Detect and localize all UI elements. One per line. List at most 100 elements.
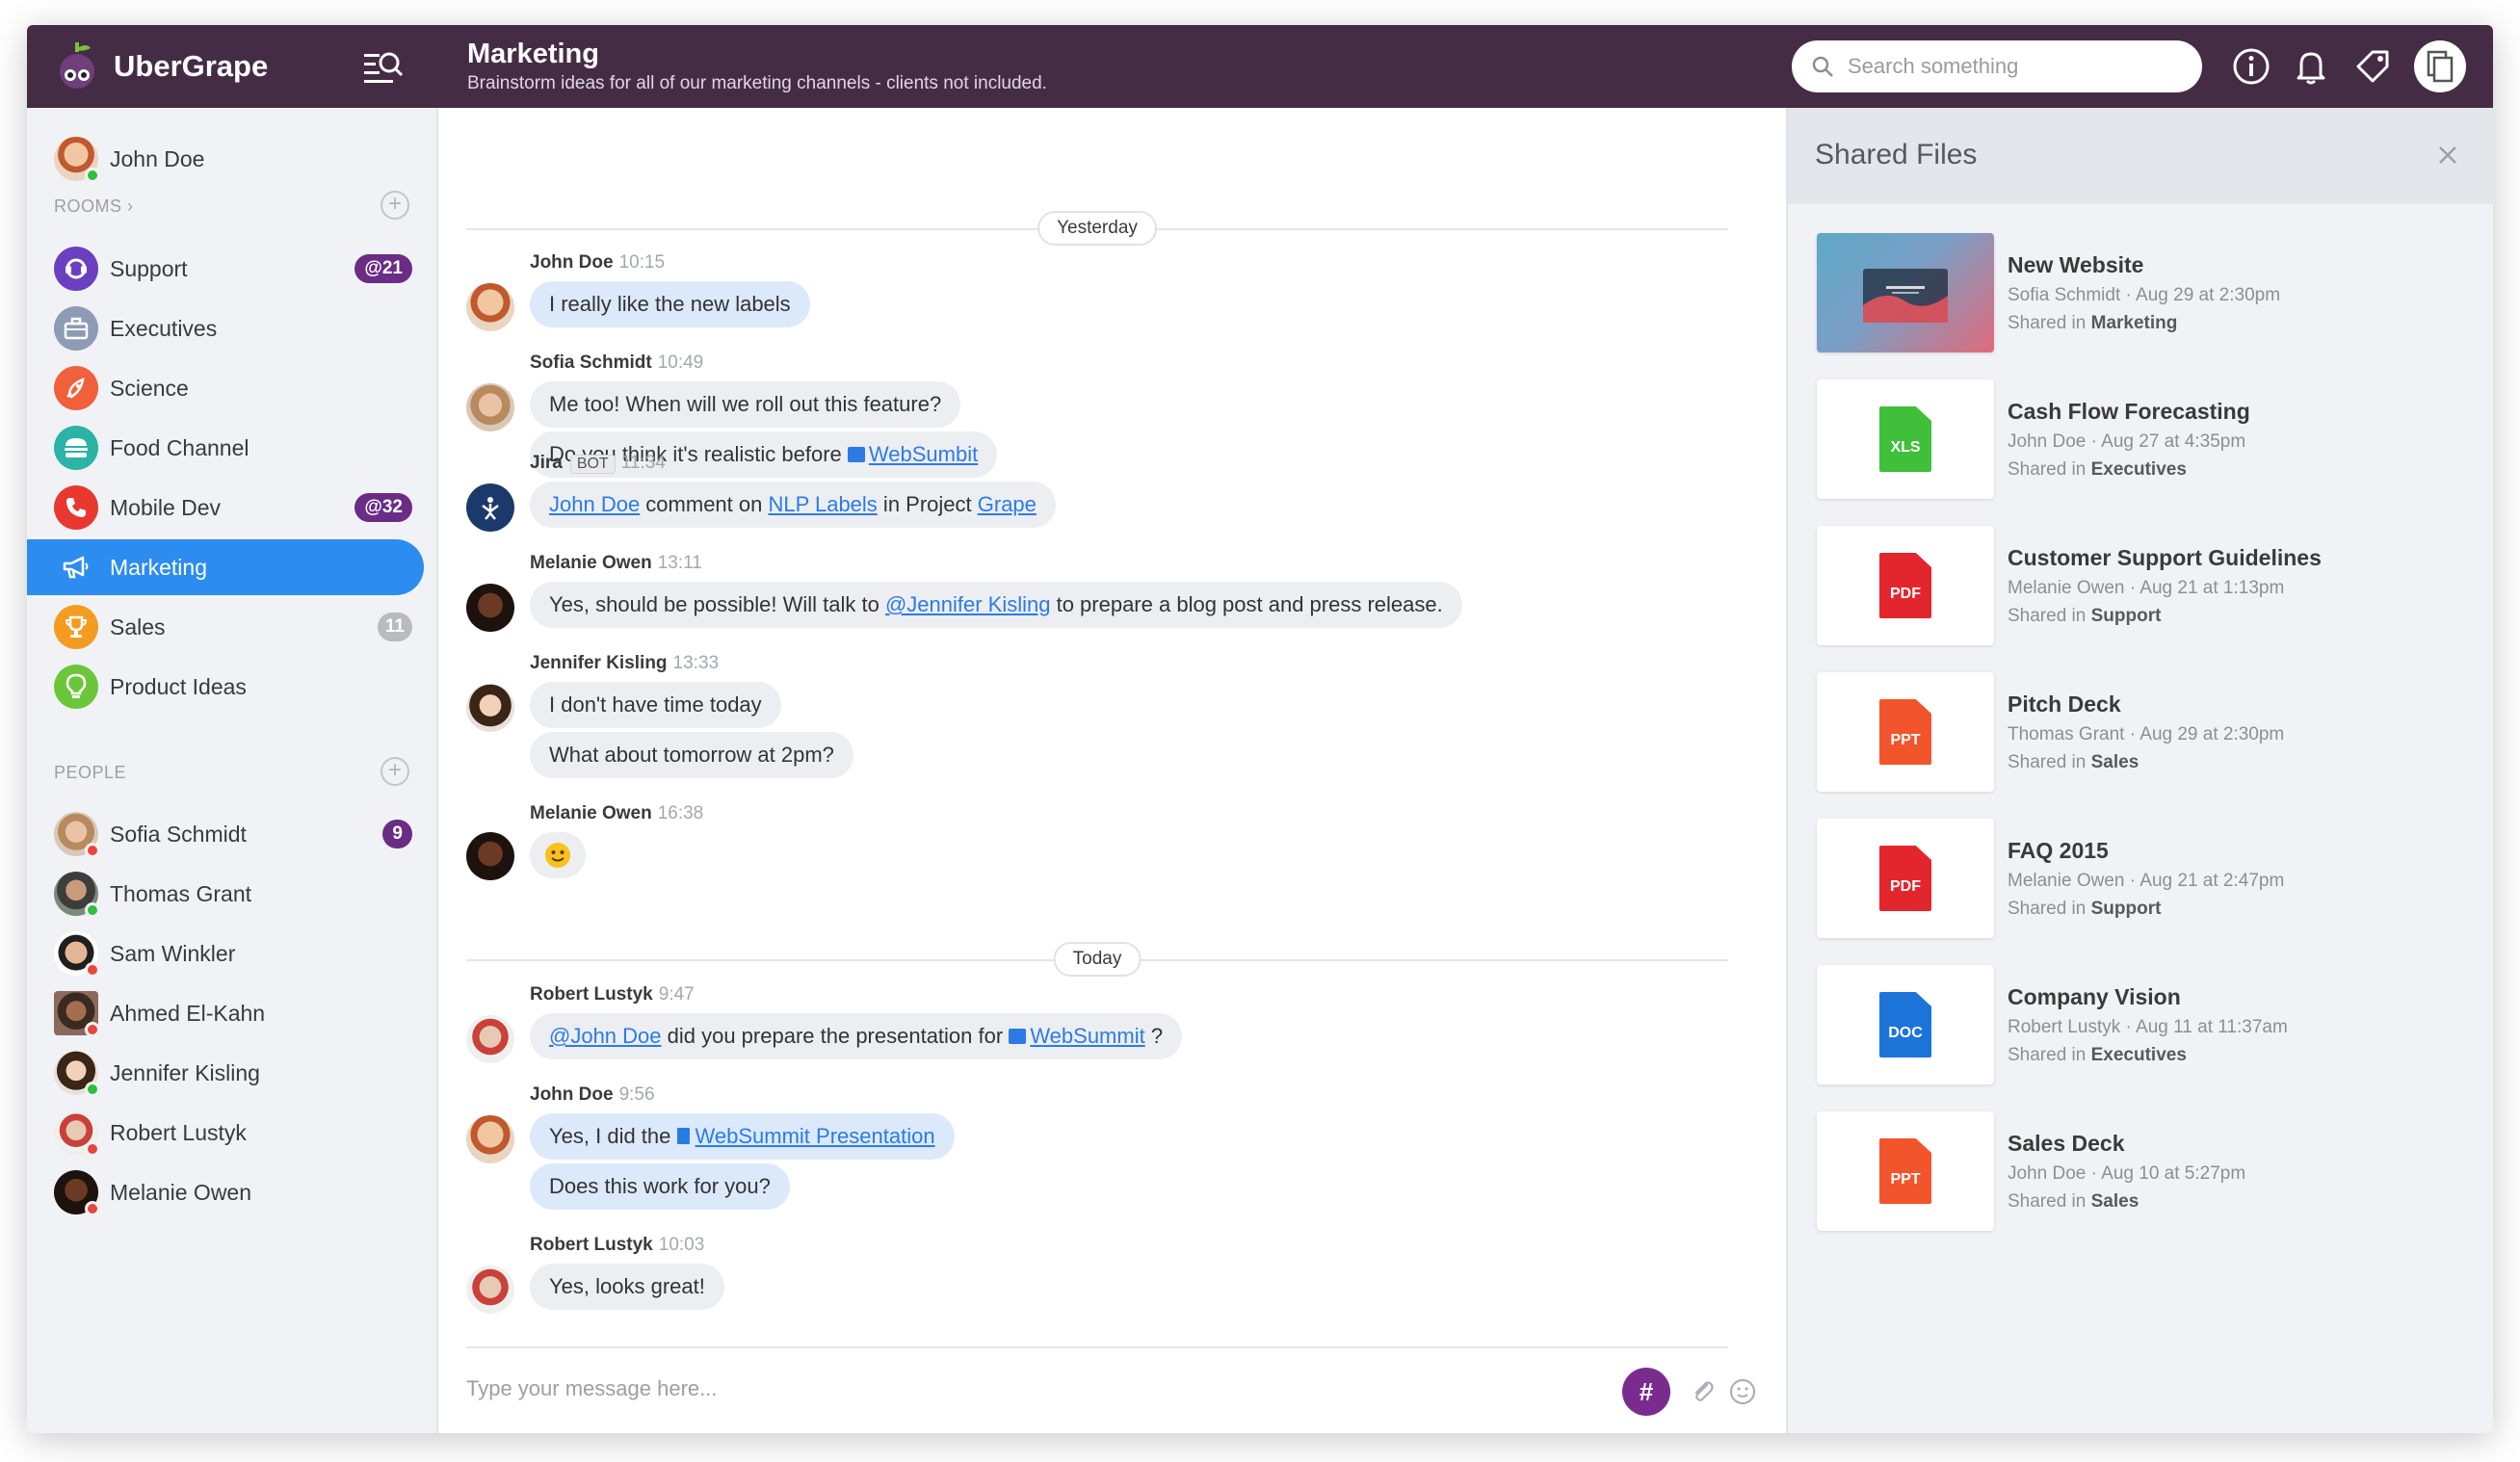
sidebar-item-sam-winkler[interactable]: Sam Winkler [27, 926, 424, 981]
file-item[interactable]: PDF Customer Support Guidelines Melanie … [1817, 526, 2433, 647]
avatar [54, 931, 100, 978]
avatar[interactable] [466, 684, 514, 732]
file-item[interactable]: PDF FAQ 2015 Melanie Owen · Aug 21 at 2:… [1817, 819, 2433, 940]
mention-link[interactable]: @John Doe [549, 1024, 662, 1048]
bell-icon[interactable] [2291, 46, 2331, 87]
avatar[interactable] [466, 584, 514, 632]
event-link[interactable]: WebSumbit [869, 442, 978, 466]
tag-icon[interactable] [2352, 46, 2393, 87]
hashtag-button[interactable]: # [1622, 1368, 1670, 1416]
mention-badge: @32 [354, 493, 412, 522]
document-icon [676, 1128, 690, 1144]
message-bubble: John Doe comment on NLP Labels in Projec… [530, 482, 1056, 528]
current-user[interactable]: John Doe [54, 137, 204, 183]
message-author: Jennifer Kisling [530, 653, 668, 673]
sidebar-item-ahmed-el-kahn[interactable]: Ahmed El-Kahn [27, 985, 424, 1041]
jira-icon[interactable] [466, 483, 514, 532]
message-time: 11:34 [620, 453, 666, 473]
emoji-picker-icon[interactable] [1728, 1377, 1757, 1411]
person-label: Robert Lustyk [110, 1119, 247, 1145]
avatar[interactable] [466, 1115, 514, 1163]
project-link[interactable]: Grape [978, 492, 1037, 516]
room-label: Mobile Dev [110, 494, 222, 520]
file-meta: John Doe · Aug 27 at 4:35pm [2008, 431, 2246, 452]
add-room-icon[interactable]: + [381, 191, 409, 220]
paperclip-icon[interactable] [1688, 1377, 1717, 1411]
message-header: John Doe 9:56 [530, 1084, 655, 1106]
avatar[interactable] [466, 1015, 514, 1063]
bot-badge: BOT [569, 455, 616, 474]
shared-in-prefix: Shared in [2008, 1191, 2091, 1212]
sidebar-item-melanie-owen[interactable]: Melanie Owen [27, 1164, 424, 1220]
room-search-icon[interactable] [362, 48, 405, 85]
file-item[interactable]: PPT Sales Deck John Doe · Aug 10 at 5:27… [1817, 1111, 2433, 1233]
file-shared-in: Shared in Sales [2008, 752, 2139, 773]
file-item[interactable]: XLS Cash Flow Forecasting John Doe · Aug… [1817, 379, 2433, 501]
sidebar-item-food-channel[interactable]: Food Channel [27, 420, 424, 476]
file-shared-in: Shared in Support [2008, 606, 2161, 627]
status-dot-icon [85, 902, 100, 918]
person-label: Thomas Grant [110, 880, 251, 906]
issue-link[interactable]: NLP Labels [768, 492, 877, 516]
close-icon[interactable] [2433, 141, 2462, 170]
file-name: Sales Deck [2008, 1131, 2125, 1156]
message-input[interactable] [466, 1362, 1526, 1416]
mention-link[interactable]: @Jennifer Kisling [885, 592, 1051, 616]
sidebar-item-support[interactable]: Support @21 [27, 241, 424, 297]
sidebar-item-sales[interactable]: Sales 11 [27, 599, 424, 655]
file-name: Company Vision [2008, 984, 2181, 1009]
rooms-section-label[interactable]: ROOMS › [54, 196, 134, 217]
message-text: ? [1144, 1024, 1164, 1048]
avatar[interactable] [466, 832, 514, 880]
shared-in-prefix: Shared in [2008, 313, 2091, 333]
sidebar: John Doe ROOMS › + Support @21 Executive… [27, 108, 438, 1433]
shared-in-prefix: Shared in [2008, 1045, 2091, 1065]
message-text: to prepare a blog post and press release… [1050, 592, 1443, 616]
message-author: John Doe [530, 252, 614, 273]
file-item[interactable]: PPT Pitch Deck Thomas Grant · Aug 29 at … [1817, 672, 2433, 794]
shared-room: Marketing [2090, 313, 2178, 333]
sidebar-item-mobile-dev[interactable]: Mobile Dev @32 [27, 480, 424, 535]
avatar[interactable] [466, 1266, 514, 1314]
shared-files-icon[interactable] [2414, 40, 2466, 92]
sidebar-item-robert-lustyk[interactable]: Robert Lustyk [27, 1105, 424, 1161]
message-header: Sofia Schmidt 10:49 [530, 352, 703, 374]
room-label: Product Ideas [110, 673, 247, 699]
shared-in-prefix: Shared in [2008, 606, 2091, 626]
message-time: 13:33 [672, 653, 720, 673]
person-label: Ahmed El-Kahn [110, 1000, 266, 1026]
sidebar-item-sofia-schmidt[interactable]: Sofia Schmidt 9 [27, 806, 424, 862]
sidebar-item-executives[interactable]: Executives [27, 300, 424, 356]
file-meta: Melanie Owen · Aug 21 at 1:13pm [2008, 578, 2285, 598]
brand-area: UberGrape [27, 25, 439, 108]
avatar[interactable] [466, 383, 514, 431]
burger-icon [54, 426, 98, 470]
shared-room: Executives [2090, 459, 2187, 480]
sidebar-item-science[interactable]: Science [27, 360, 424, 416]
file-link[interactable]: WebSummit Presentation [696, 1124, 935, 1148]
sidebar-item-thomas-grant[interactable]: Thomas Grant [27, 866, 424, 922]
room-label: Food Channel [110, 434, 249, 460]
file-item[interactable]: New Website Sofia Schmidt · Aug 29 at 2:… [1817, 233, 2433, 354]
sidebar-item-product-ideas[interactable]: Product Ideas [27, 659, 424, 715]
file-item[interactable]: DOC Company Vision Robert Lustyk · Aug 1… [1817, 965, 2433, 1086]
message-bubble: Yes, looks great! [530, 1264, 724, 1310]
avatar[interactable] [466, 283, 514, 331]
event-link[interactable]: WebSummit [1030, 1024, 1144, 1048]
room-label: Support [110, 255, 188, 281]
search-input[interactable] [1848, 54, 2175, 79]
add-person-icon[interactable]: + [381, 757, 409, 786]
avatar [54, 1051, 100, 1097]
sidebar-item-marketing[interactable]: Marketing [27, 539, 424, 595]
search-box[interactable] [1792, 40, 2202, 92]
message-author: Sofia Schmidt [530, 352, 652, 373]
sidebar-item-jennifer-kisling[interactable]: Jennifer Kisling [27, 1045, 424, 1101]
info-icon[interactable] [2231, 46, 2271, 87]
file-name: New Website [2008, 252, 2144, 277]
shared-room: Executives [2090, 1045, 2187, 1065]
grape-logo-icon [56, 40, 98, 92]
shared-room: Sales [2090, 752, 2139, 772]
file-name: FAQ 2015 [2008, 838, 2109, 863]
user-link[interactable]: John Doe [549, 492, 640, 516]
shared-in-prefix: Shared in [2008, 899, 2091, 919]
